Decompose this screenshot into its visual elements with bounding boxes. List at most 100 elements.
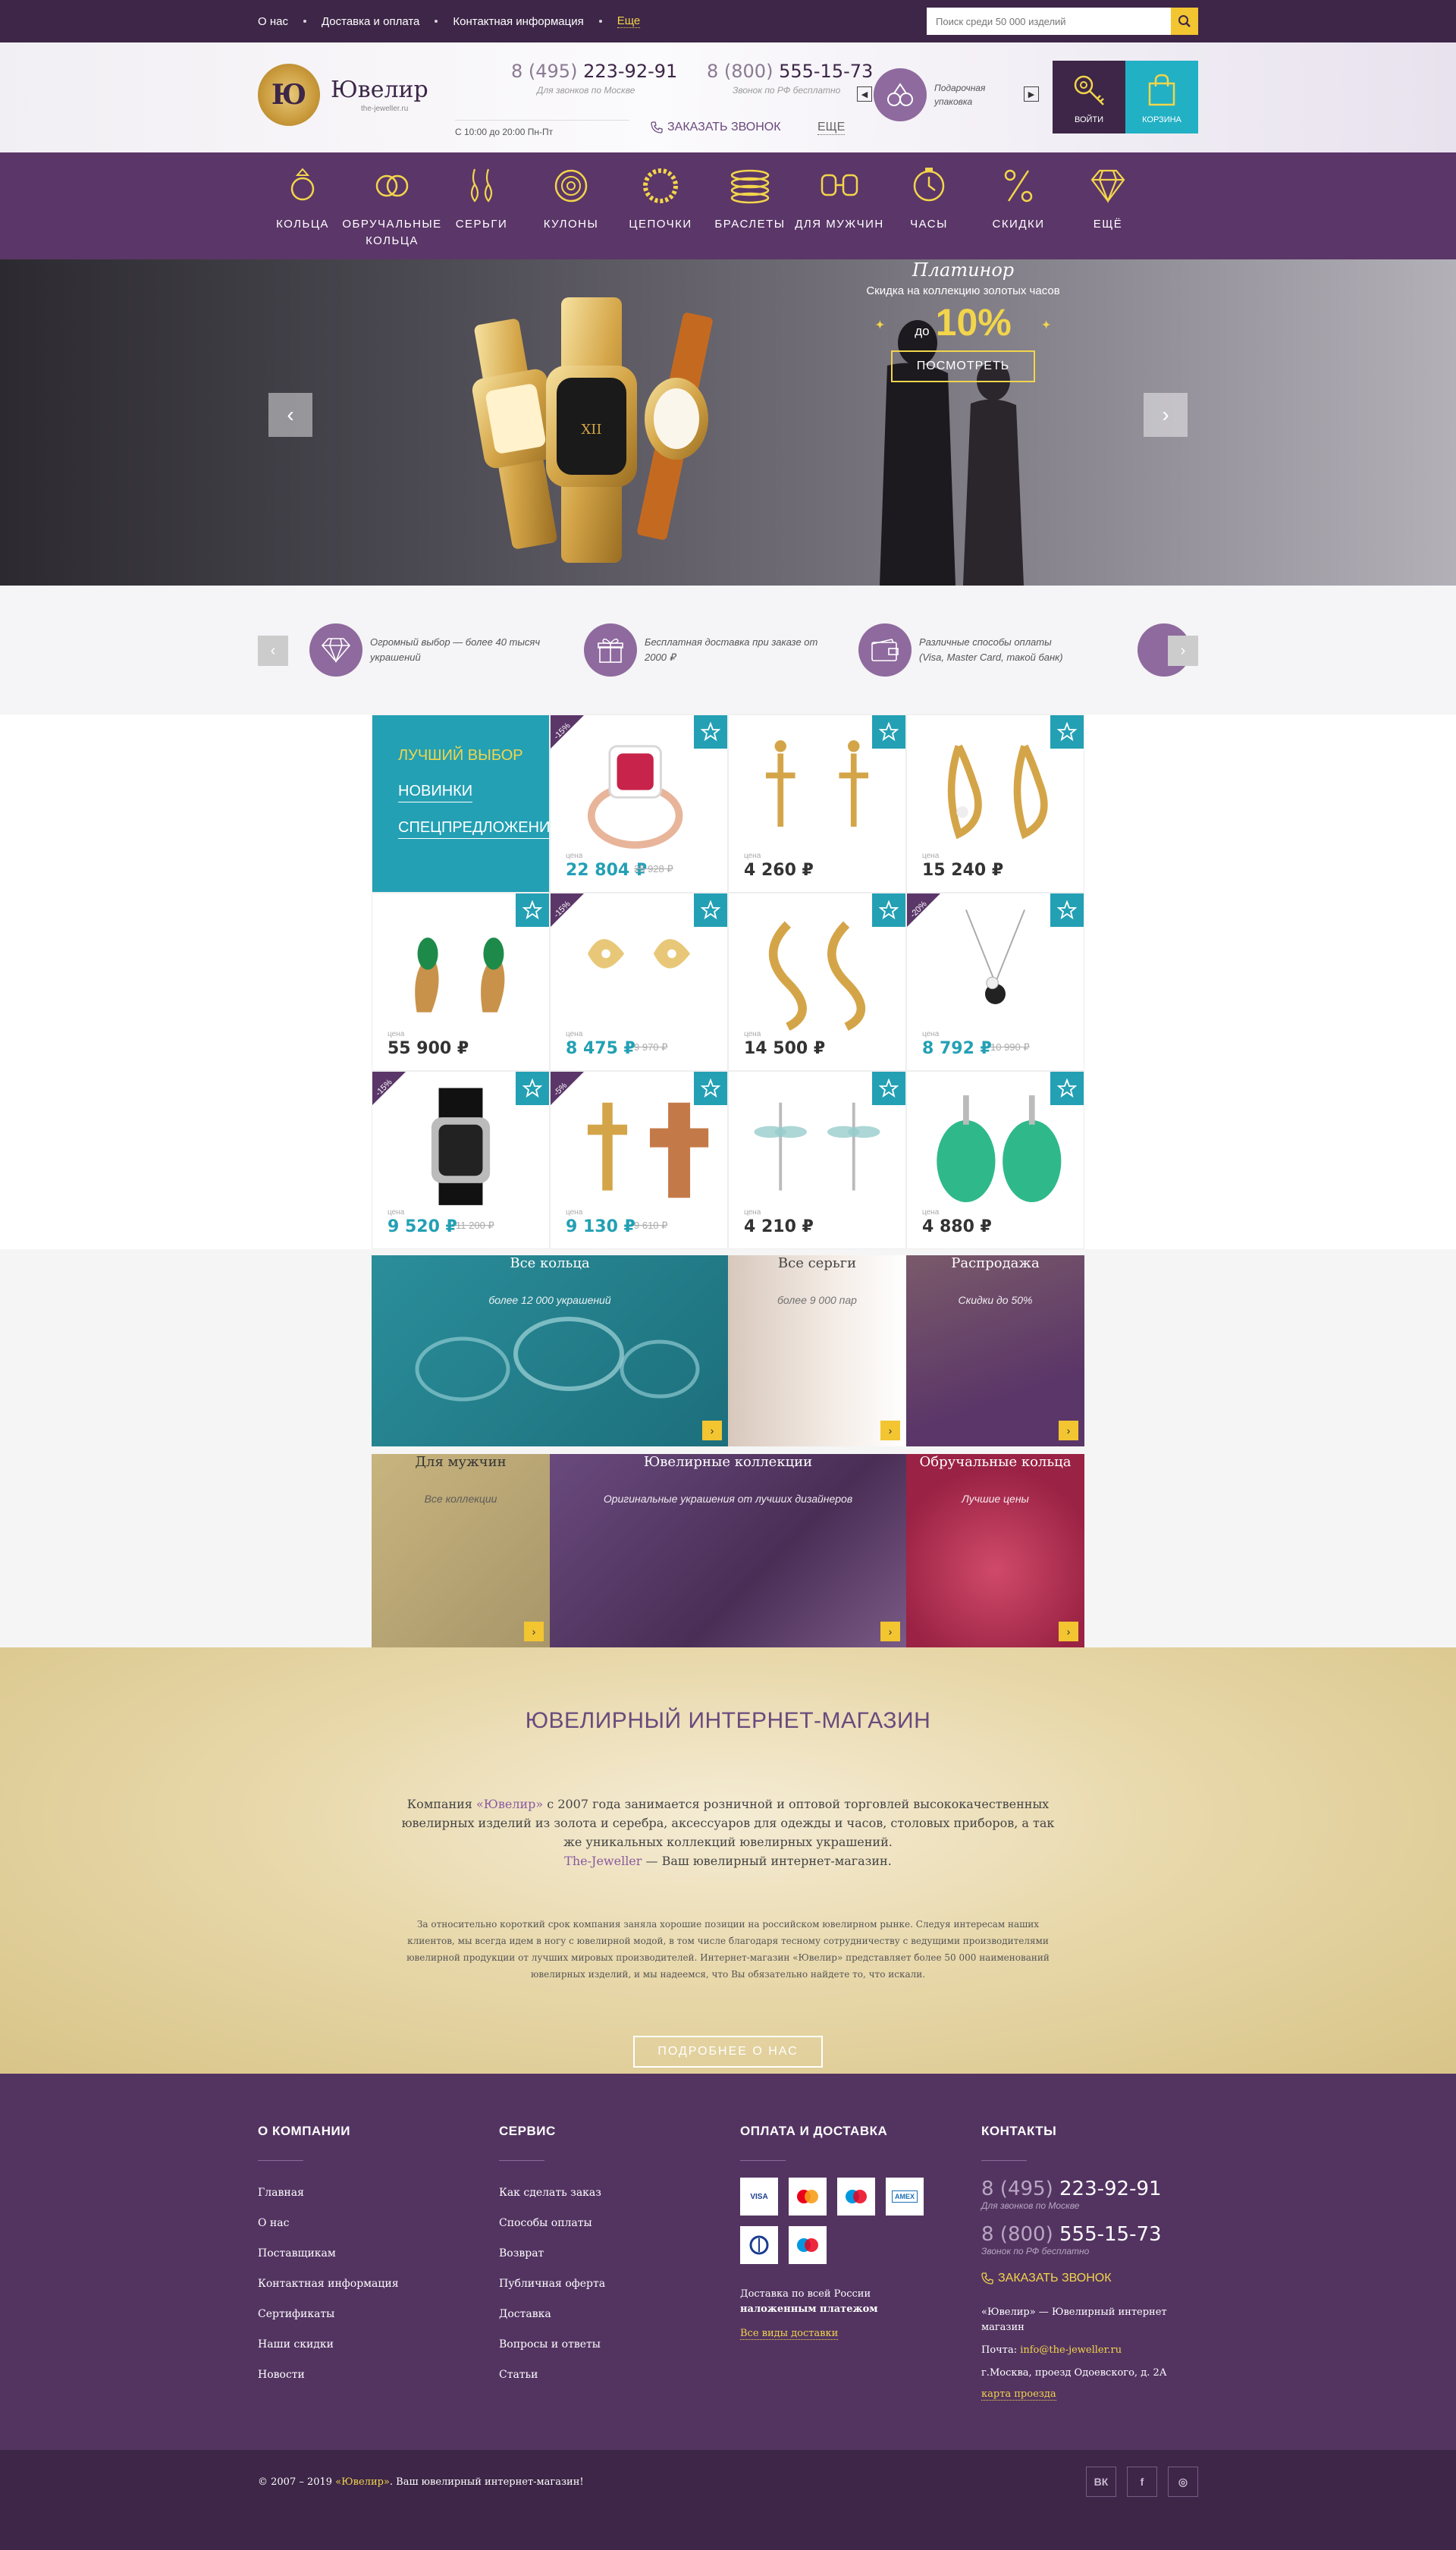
footer-link[interactable]: Публичная оферта xyxy=(499,2269,740,2299)
footer-link[interactable]: Главная xyxy=(258,2178,499,2208)
favorite-star-icon[interactable] xyxy=(872,893,905,927)
callback-link[interactable]: ЗАКАЗАТЬ ЗВОНОК xyxy=(651,121,781,134)
about-more-button[interactable]: ПОДРОБНЕЕ О НАС xyxy=(633,2036,823,2068)
product-card[interactable]: цена 15 240 ₽ xyxy=(906,714,1084,893)
facebook-icon[interactable]: f xyxy=(1127,2467,1157,2497)
footer-link[interactable]: Контактная информация xyxy=(258,2269,499,2299)
tile-men[interactable]: Для мужчин Все коллекции › xyxy=(372,1454,550,1647)
callback-more-link[interactable]: ЕЩЕ xyxy=(817,121,846,135)
tab-new[interactable]: НОВИНКИ xyxy=(398,783,473,802)
footer-brand: «Ювелир» — Ювелирный интернет магазин xyxy=(981,2307,1167,2333)
features-next-arrow[interactable]: › xyxy=(1168,636,1198,666)
logo[interactable]: Ю Ювелир the-jeweller.ru xyxy=(258,64,428,126)
top-link-about[interactable]: О нас xyxy=(258,15,288,28)
footer-link[interactable]: Вопросы и ответы xyxy=(499,2329,740,2360)
vk-icon[interactable]: ВК xyxy=(1086,2467,1116,2497)
category-chains[interactable]: ЦЕПОЧКИ xyxy=(616,152,705,250)
category-wedding-rings[interactable]: ОБРУЧАЛЬНЫЕ КОЛЬЦА xyxy=(342,152,441,250)
footer-callback-link[interactable]: ЗАКАЗАТЬ ЗВОНОК xyxy=(981,2272,1198,2285)
hero-prev-arrow[interactable]: ‹ xyxy=(268,393,312,437)
login-button[interactable]: ВОЙТИ xyxy=(1053,61,1125,133)
search-input[interactable] xyxy=(927,8,1171,35)
tile-wedding[interactable]: Обручальные кольца Лучшие цены › xyxy=(906,1454,1084,1647)
favorite-star-icon[interactable] xyxy=(694,1072,727,1105)
category-bracelets[interactable]: БРАСЛЕТЫ xyxy=(705,152,795,250)
percent-icon xyxy=(996,163,1040,207)
footer-link[interactable]: Статьи xyxy=(499,2360,740,2390)
footer-link[interactable]: Поставщикам xyxy=(258,2238,499,2269)
footer-link[interactable]: Сертификаты xyxy=(258,2299,499,2329)
category-for-men[interactable]: ДЛЯ МУЖЧИН xyxy=(795,152,884,250)
product-card[interactable]: цена 4 210 ₽ xyxy=(728,1071,906,1249)
phone-moscow[interactable]: 8 (495) 223-92-91 Для звонков по Москве xyxy=(511,61,677,96)
footer-link[interactable]: Доставка xyxy=(499,2299,740,2329)
footer-link[interactable]: Возврат xyxy=(499,2238,740,2269)
phone-russia[interactable]: 8 (800) 555-15-73 Звонок по РФ бесплатно xyxy=(707,61,873,96)
footer-phone-moscow[interactable]: 8 (495) 223-92-91 xyxy=(981,2178,1198,2200)
favorite-star-icon[interactable] xyxy=(1050,715,1084,749)
product-card[interactable]: цена 4 880 ₽ xyxy=(906,1071,1084,1249)
product-card[interactable]: цена 55 900 ₽ xyxy=(372,893,550,1071)
product-card[interactable]: -15% цена 22 804 ₽25 928 ₽ xyxy=(550,714,728,893)
footer-link[interactable]: Наши скидки xyxy=(258,2329,499,2360)
gift-wrap-promo[interactable]: Подарочная упаковка xyxy=(874,68,995,121)
tab-best[interactable]: ЛУЧШИЙ ВЫБОР xyxy=(398,747,523,766)
gift-text: Подарочная упаковка xyxy=(934,83,986,107)
product-card[interactable]: цена 4 260 ₽ xyxy=(728,714,906,893)
product-image xyxy=(388,1087,534,1214)
discount-value: -15% xyxy=(552,721,573,742)
favorite-star-icon[interactable] xyxy=(516,893,549,927)
favorite-star-icon[interactable] xyxy=(694,715,727,749)
top-link-delivery[interactable]: Доставка и оплата xyxy=(322,15,419,28)
promo-prev-arrow[interactable]: ◀ xyxy=(857,86,872,102)
promo-next-arrow[interactable]: ▶ xyxy=(1024,86,1039,102)
instagram-icon[interactable]: ◎ xyxy=(1168,2467,1198,2497)
feature-text: Бесплатная доставка при заказе от 2000 ₽ xyxy=(645,636,818,663)
header: Ю Ювелир the-jeweller.ru 8 (495) 223-92-… xyxy=(0,42,1456,152)
category-earrings[interactable]: СЕРЬГИ xyxy=(437,152,526,250)
all-delivery-link[interactable]: Все виды доставки xyxy=(740,2328,839,2340)
category-discounts[interactable]: СКИДКИ xyxy=(974,152,1063,250)
category-pendants[interactable]: КУЛОНЫ xyxy=(526,152,616,250)
tile-collections[interactable]: Ювелирные коллекции Оригинальные украшен… xyxy=(550,1454,906,1647)
hero-next-arrow[interactable]: › xyxy=(1144,393,1188,437)
product-card[interactable]: цена 14 500 ₽ xyxy=(728,893,906,1071)
email-link[interactable]: info@the-jeweller.ru xyxy=(1020,2344,1122,2356)
phone-icon xyxy=(651,121,663,133)
product-card[interactable]: -15% цена 9 520 ₽11 200 ₽ xyxy=(372,1071,550,1249)
category-rings[interactable]: КОЛЬЦА xyxy=(258,152,347,250)
tab-special[interactable]: СПЕЦПРЕДЛОЖЕНИЯ xyxy=(398,819,549,839)
arrow-right-icon: › xyxy=(1059,1421,1078,1440)
discount-badge: -15% xyxy=(551,893,584,927)
favorite-star-icon[interactable] xyxy=(872,1072,905,1105)
discount-value: -15% xyxy=(552,899,573,920)
favorite-star-icon[interactable] xyxy=(516,1072,549,1105)
category-watches[interactable]: ЧАСЫ xyxy=(884,152,974,250)
footer-info: «Ювелир» — Ювелирный интернет магазин По… xyxy=(981,2305,1198,2381)
tile-sale[interactable]: Распродажа Скидки до 50% › xyxy=(906,1255,1084,1446)
footer-phone-russia[interactable]: 8 (800) 555-15-73 xyxy=(981,2223,1198,2246)
favorite-star-icon[interactable] xyxy=(1050,1072,1084,1105)
top-link-more[interactable]: Еще xyxy=(617,14,641,28)
footer-link[interactable]: Новости xyxy=(258,2360,499,2390)
product-card[interactable]: -5% цена 9 130 ₽9 610 ₽ xyxy=(550,1071,728,1249)
favorite-star-icon[interactable] xyxy=(1050,893,1084,927)
hero-view-button[interactable]: ПОСМОТРЕТЬ xyxy=(890,350,1036,382)
tile-earrings[interactable]: Все серьги более 9 000 пар › xyxy=(728,1255,906,1446)
favorite-star-icon[interactable] xyxy=(872,715,905,749)
top-link-contacts[interactable]: Контактная информация xyxy=(453,15,583,28)
footer-link[interactable]: О нас xyxy=(258,2208,499,2238)
search-button[interactable] xyxy=(1171,8,1198,35)
favorite-star-icon[interactable] xyxy=(694,893,727,927)
phone-number: 555-15-73 xyxy=(1059,2223,1162,2246)
map-link[interactable]: карта проезда xyxy=(981,2388,1056,2401)
features-prev-arrow[interactable]: ‹ xyxy=(258,636,288,666)
product-card[interactable]: -15% цена 8 475 ₽9 970 ₽ xyxy=(550,893,728,1071)
tile-rings[interactable]: Все кольца более 12 000 украшений › xyxy=(372,1255,728,1446)
product-card[interactable]: -20% цена 8 792 ₽10 990 ₽ xyxy=(906,893,1084,1071)
copyright-brand[interactable]: «Ювелир» xyxy=(335,2476,390,2488)
footer-link[interactable]: Способы оплаты xyxy=(499,2208,740,2238)
footer-link[interactable]: Как сделать заказ xyxy=(499,2178,740,2208)
category-more[interactable]: ЕЩЁ xyxy=(1063,152,1153,250)
cart-button[interactable]: КОРЗИНА xyxy=(1125,61,1198,133)
